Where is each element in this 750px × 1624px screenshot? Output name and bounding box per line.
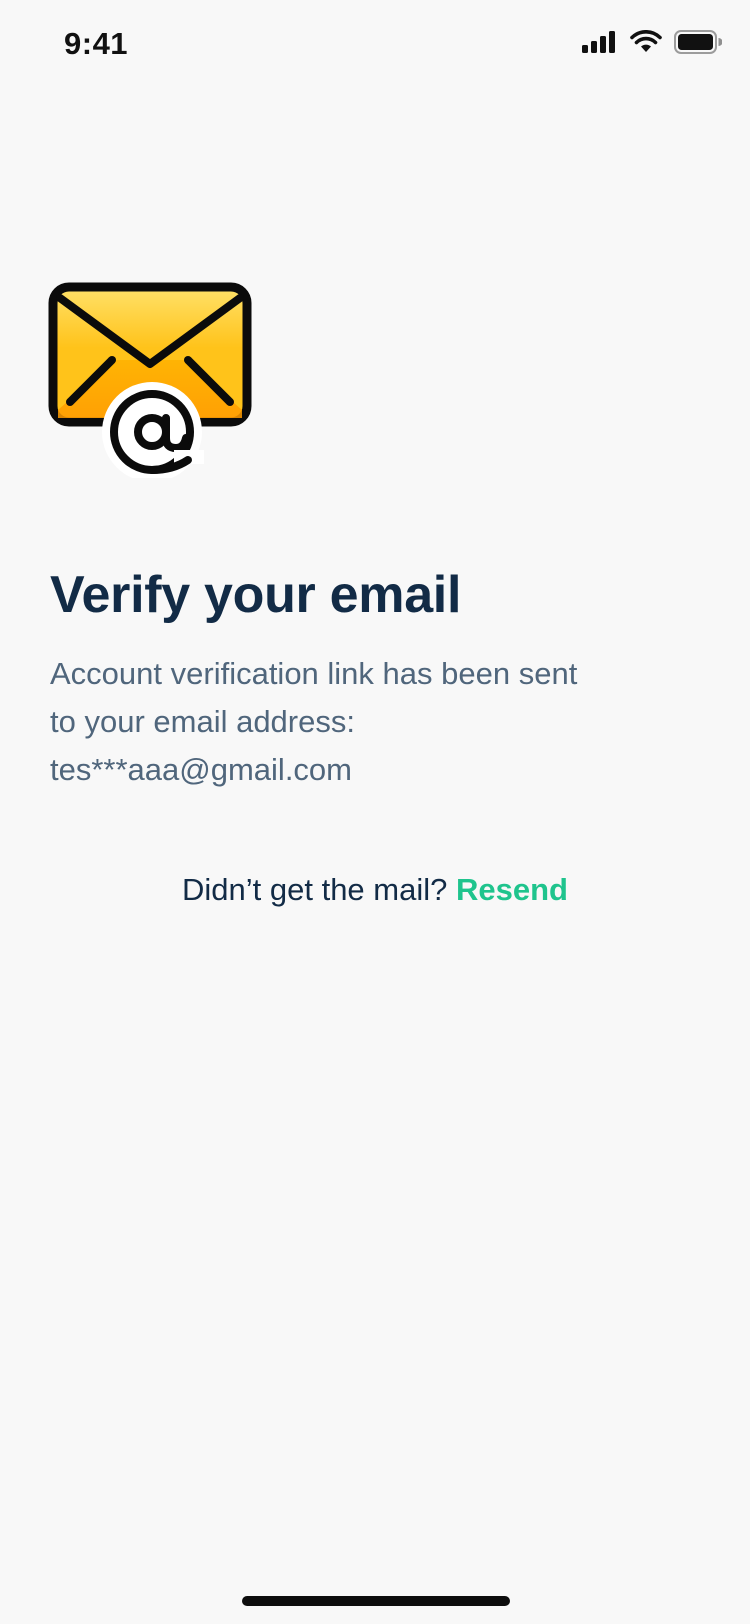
status-bar: 9:41 (0, 0, 750, 92)
cellular-signal-icon (582, 31, 615, 53)
masked-email: tes***aaa@gmail.com (50, 752, 352, 787)
battery-icon (674, 30, 722, 54)
home-indicator (242, 1596, 510, 1606)
page-title: Verify your email (50, 566, 462, 624)
resend-prompt: Didn’t get the mail? (182, 872, 448, 907)
description-line-1: Account verification link has been sent (50, 656, 578, 691)
status-icons (582, 30, 722, 54)
verification-description: Account verification link has been sent … (50, 650, 710, 794)
wifi-icon (630, 30, 662, 52)
envelope-at-icon (48, 282, 252, 478)
description-line-2: to your email address: (50, 704, 355, 739)
status-time: 9:41 (64, 26, 129, 61)
resend-row: Didn’t get the mail? Resend (0, 872, 750, 908)
resend-link[interactable]: Resend (456, 872, 568, 907)
